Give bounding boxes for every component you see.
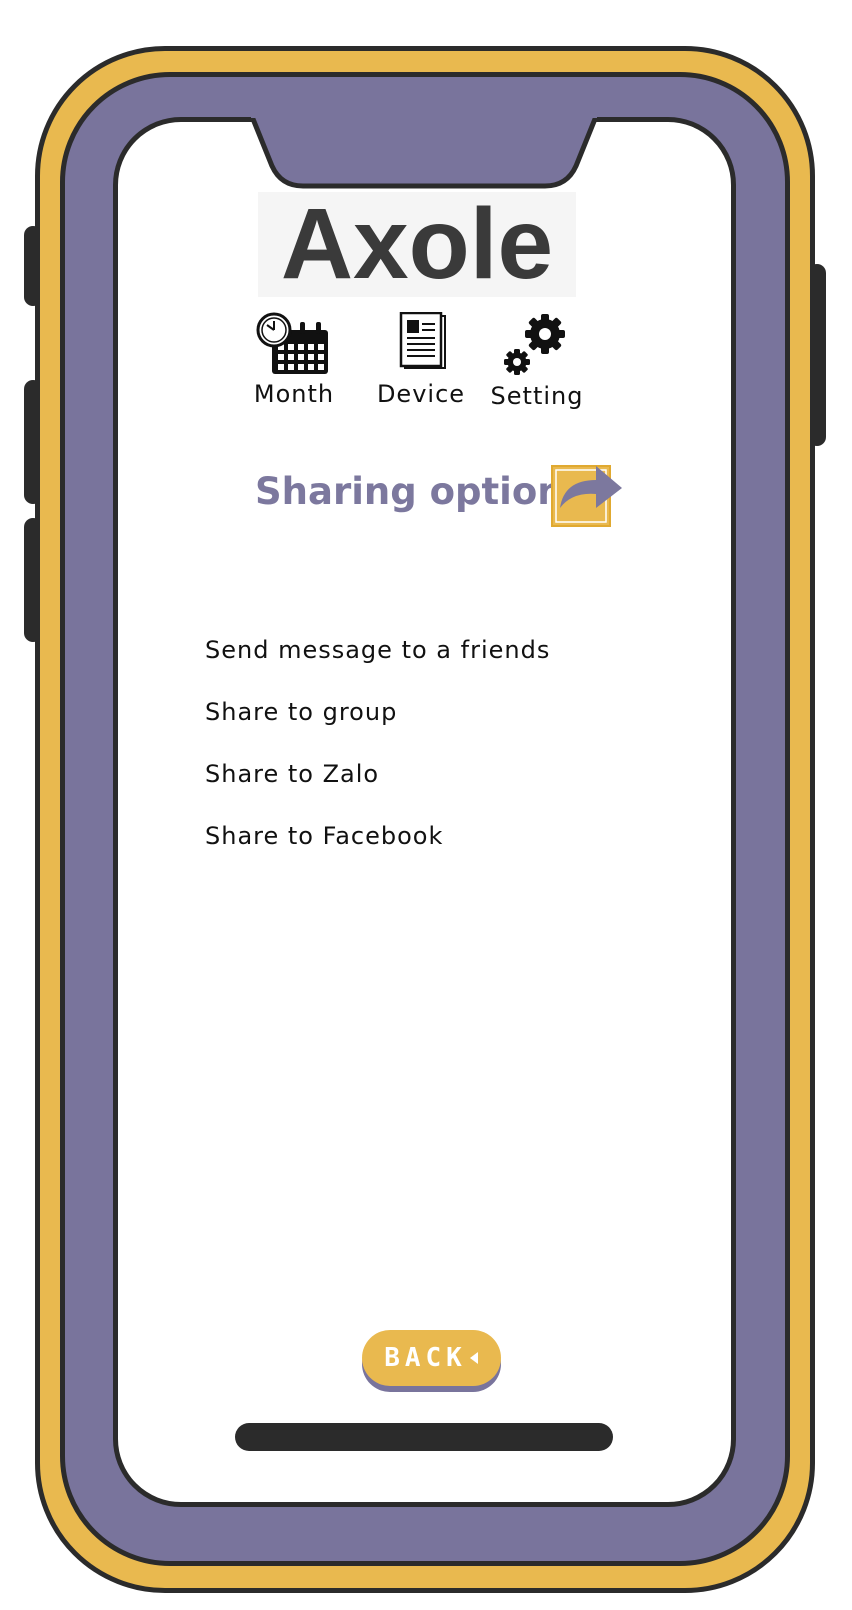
nav-month[interactable]: Month <box>229 312 359 408</box>
back-button[interactable]: BACK <box>362 1330 501 1386</box>
home-indicator[interactable] <box>235 1423 613 1451</box>
share-option-send-message[interactable]: Send message to a friends <box>205 636 550 664</box>
back-button-label: BACK <box>384 1343 467 1373</box>
caret-left-icon <box>469 1352 478 1364</box>
gears-icon <box>504 314 565 375</box>
nav-month-label: Month <box>253 380 335 408</box>
sharing-option-title: Sharing option <box>255 470 564 513</box>
logo-text: Axole <box>281 192 553 297</box>
nav-device-label: Device <box>376 380 466 408</box>
share-option-zalo[interactable]: Share to Zalo <box>205 760 379 788</box>
nav-setting[interactable]: Setting <box>472 312 602 410</box>
share-option-facebook[interactable]: Share to Facebook <box>205 822 443 850</box>
share-arrow-icon[interactable] <box>550 462 626 528</box>
share-option-group[interactable]: Share to group <box>205 698 397 726</box>
document-icon <box>399 311 446 369</box>
logo-wordmark: Axole <box>281 192 553 297</box>
app-logo: Axole <box>258 192 576 297</box>
phone-notch <box>251 114 597 189</box>
nav-setting-label: Setting <box>490 382 584 410</box>
nav-device[interactable]: Device <box>356 311 486 408</box>
calendar-clock-icon <box>256 312 328 374</box>
